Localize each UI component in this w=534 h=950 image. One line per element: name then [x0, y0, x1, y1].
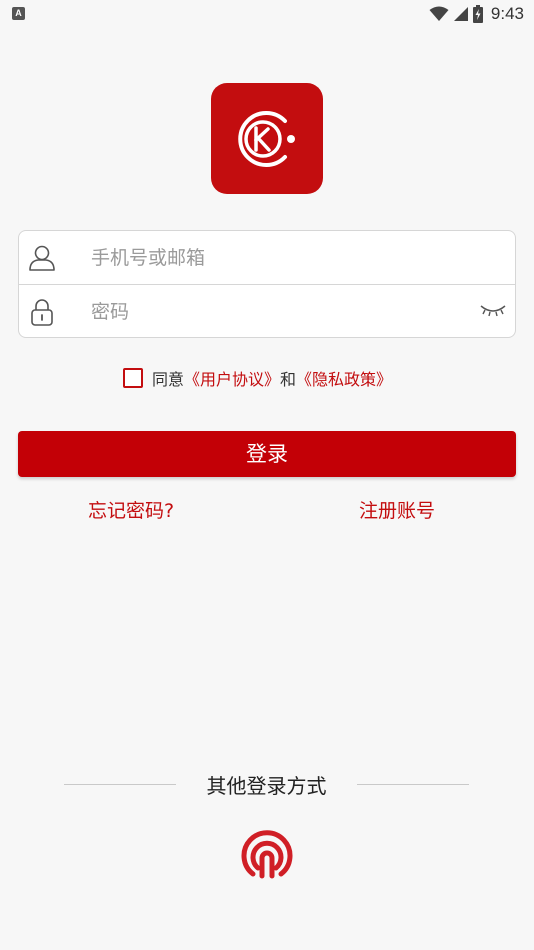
other-login-title: 其他登录方式	[206, 774, 327, 798]
app-logo	[211, 83, 323, 194]
agreement-checkbox[interactable]	[123, 368, 143, 388]
password-input[interactable]	[89, 293, 473, 331]
lock-icon	[31, 299, 53, 326]
login-form	[18, 230, 516, 338]
agreement-conjunction: 和	[280, 370, 297, 389]
cellular-signal-icon	[453, 7, 468, 21]
battery-charging-icon	[472, 5, 483, 23]
divider-left	[64, 784, 176, 785]
user-agreement-link[interactable]: 《用户协议》	[184, 366, 280, 390]
account-input[interactable]	[89, 239, 473, 277]
wifi-icon	[429, 6, 449, 21]
login-screen: A 9:43 手机号或邮箱 同意 《用户协议》 和 《隐私政策》 登录 忘记密码…	[0, 0, 534, 950]
eye-closed-icon[interactable]	[479, 302, 507, 320]
status-bar: A 9:43	[0, 0, 534, 28]
register-link[interactable]: 注册账号	[359, 496, 435, 523]
user-icon	[29, 245, 55, 271]
login-button[interactable]: 登录	[18, 431, 516, 477]
notification-icon: A	[12, 7, 25, 20]
account-row	[19, 231, 515, 285]
status-icons: 9:43	[429, 3, 524, 25]
forgot-password-link[interactable]: 忘记密码?	[88, 496, 174, 523]
agreement-row: 同意 《用户协议》 和 《隐私政策》	[123, 366, 392, 390]
divider-right	[357, 784, 469, 785]
privacy-policy-link[interactable]: 《隐私政策》	[296, 366, 392, 390]
app-logo-icon	[238, 110, 295, 167]
status-time: 9:43	[490, 4, 524, 23]
other-login-icon[interactable]	[239, 828, 295, 884]
agreement-prefix: 同意	[152, 370, 185, 389]
password-row	[19, 285, 515, 338]
